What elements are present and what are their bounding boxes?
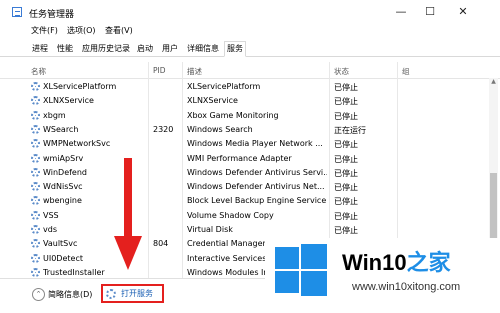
service-gear-icon (31, 82, 40, 91)
cell-status: 已停止 (334, 197, 358, 207)
services-gear-icon (106, 289, 116, 299)
tab-app-history[interactable]: 应用历史记录 (80, 42, 132, 56)
service-gear-icon (31, 96, 40, 106)
maximize-button[interactable]: ☐ (421, 4, 439, 20)
cell-pid: 2320 (153, 124, 174, 134)
task-manager-icon (12, 7, 22, 17)
column-name[interactable]: 名称 (31, 66, 46, 77)
service-gear-icon (31, 182, 40, 192)
cell-description: Windows Search (187, 124, 253, 134)
tab-details[interactable]: 详细信息 (185, 42, 221, 56)
cell-status: 已停止 (334, 140, 358, 150)
cell-description: Windows Defender Antivirus Servi... (187, 167, 327, 177)
cell-status: 已停止 (334, 83, 358, 92)
column-description[interactable]: 描述 (187, 66, 202, 77)
cell-name: WSearch (43, 124, 79, 134)
column-group[interactable]: 组 (402, 66, 410, 77)
table-row[interactable]: XLNXService XLNXService 已停止 (0, 94, 440, 108)
red-arrow-head (114, 236, 142, 270)
watermark-url: www.win10xitong.com (352, 281, 461, 293)
table-row[interactable]: vds Virtual Disk 已停止 (0, 223, 440, 237)
watermark-brand: Win10 (342, 250, 407, 275)
cell-description: Xbox Game Monitoring (187, 110, 279, 120)
menu-view[interactable]: 查看(V) (105, 25, 133, 36)
close-button[interactable]: ✕ (454, 4, 472, 20)
cell-name: XLServicePlatform (43, 82, 117, 91)
scroll-up-icon[interactable]: ▲ (489, 78, 498, 86)
service-gear-icon (31, 196, 40, 206)
service-gear-icon (31, 124, 40, 134)
service-gear-icon (31, 210, 40, 220)
tab-performance[interactable]: 性能 (55, 42, 75, 56)
column-header: 名称 PID 描述 状态 组 (0, 62, 500, 79)
windows-logo-icon (275, 244, 327, 296)
watermark-suffix: 之家 (406, 250, 451, 275)
table-row[interactable]: WinDefend Windows Defender Antivirus Serv… (0, 166, 440, 180)
table-row[interactable]: xbgm Xbox Game Monitoring 已停止 (0, 109, 440, 123)
menu-options[interactable]: 选项(O) (67, 25, 96, 36)
table-row[interactable]: WSearch 2320 Windows Search 正在运行 (0, 123, 440, 137)
table-row[interactable]: XLServicePlatform XLServicePlatform 已停止 (0, 80, 440, 94)
cell-status: 已停止 (334, 154, 358, 164)
service-gear-icon (31, 225, 40, 234)
table-row[interactable]: wbengine Block Level Backup Engine Servic… (0, 194, 440, 208)
cell-status: 已停止 (334, 168, 358, 178)
column-pid[interactable]: PID (153, 66, 166, 75)
cell-description: Block Level Backup Engine Service (187, 196, 327, 206)
cell-description: Volume Shadow Copy (187, 210, 274, 220)
menu-file[interactable]: 文件(F) (31, 25, 58, 36)
service-gear-icon (31, 167, 40, 177)
tab-services[interactable]: 服务 (224, 41, 246, 57)
tab-bar: 进程 性能 应用历史记录 启动 用户 详细信息 服务 (0, 40, 500, 57)
window-title: 任务管理器 (29, 10, 75, 20)
table-row[interactable]: VSS Volume Shadow Copy 已停止 (0, 209, 440, 223)
cell-description: Windows Defender Antivirus Net... (187, 182, 325, 192)
table-row[interactable]: WdNisSvc Windows Defender Antivirus Net..… (0, 180, 440, 194)
tab-startup[interactable]: 启动 (135, 42, 155, 56)
task-manager-window: 任务管理器 — ☐ ✕ 文件(F) 选项(O) 查看(V) 进程 性能 应用历史… (0, 0, 500, 313)
title-bar: 任务管理器 — ☐ ✕ (0, 0, 500, 24)
service-gear-icon (31, 139, 40, 149)
cell-status: 正在运行 (334, 125, 366, 135)
cell-pid: 804 (153, 239, 169, 249)
cell-name: WMPNetworkSvc (43, 139, 111, 149)
cell-status: 已停止 (334, 183, 358, 193)
service-gear-icon (31, 153, 40, 163)
table-row[interactable]: wmiApSrv WMI Performance Adapter 已停止 (0, 152, 440, 166)
red-arrow-shaft (124, 158, 132, 238)
less-details-link[interactable]: 简略信息(D) (48, 289, 92, 300)
service-gear-icon (31, 267, 40, 277)
cell-status: 已停止 (334, 111, 358, 121)
minimize-button[interactable]: — (392, 4, 410, 20)
open-services-label: 打开服务 (121, 289, 153, 298)
cell-status: 已停止 (334, 211, 358, 221)
menu-bar: 文件(F) 选项(O) 查看(V) (0, 24, 500, 38)
cell-description: Windows Media Player Network ... (187, 139, 323, 149)
cell-description: XLServicePlatform (187, 82, 261, 91)
cell-name: XLNXService (43, 96, 94, 106)
watermark-title: Win10之家 (342, 245, 451, 277)
chevron-up-icon[interactable]: ⌃ (32, 288, 45, 301)
cell-name: xbgm (43, 110, 66, 120)
cell-description: XLNXService (187, 96, 238, 106)
cell-description: WMI Performance Adapter (187, 153, 292, 163)
tab-processes[interactable]: 进程 (30, 42, 50, 56)
cell-status: 已停止 (334, 226, 358, 235)
table-row[interactable]: WMPNetworkSvc Windows Media Player Networ… (0, 137, 440, 151)
tab-users[interactable]: 用户 (160, 42, 180, 56)
cell-status: 已停止 (334, 97, 358, 107)
service-gear-icon (31, 110, 40, 120)
service-gear-icon (31, 239, 40, 249)
service-gear-icon (31, 253, 40, 263)
column-status[interactable]: 状态 (334, 66, 349, 77)
open-services-button[interactable]: 打开服务 (101, 284, 164, 303)
cell-description: Virtual Disk (187, 225, 233, 234)
